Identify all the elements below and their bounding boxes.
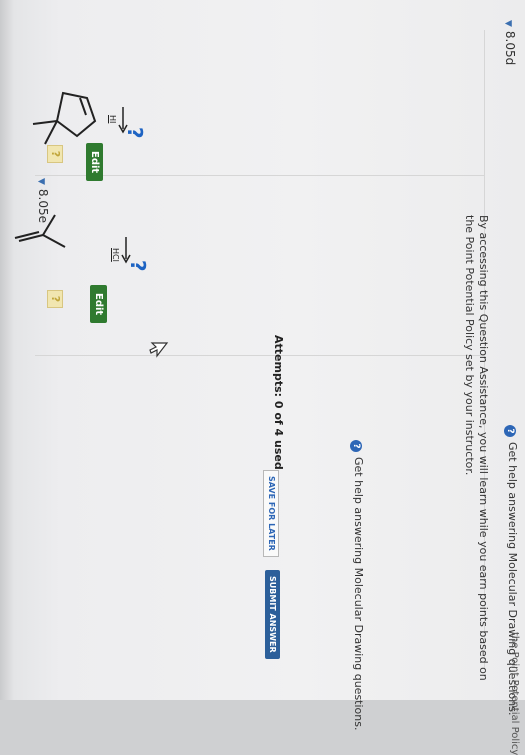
collapse-triangle-icon[interactable]: ▼ bbox=[503, 20, 513, 27]
product-placeholder: ? bbox=[123, 127, 147, 139]
edit-button-8-05e[interactable]: Edit bbox=[90, 285, 107, 324]
save-for-later-button[interactable]: SAVE FOR LATER bbox=[263, 470, 279, 557]
attempts-counter: Attempts: 0 of 4 used bbox=[272, 335, 285, 470]
point-potential-policy-link[interactable]: the Point Potential Policy bbox=[509, 632, 520, 755]
reactant-structure-8-05d bbox=[32, 91, 97, 145]
collapse-triangle-icon[interactable]: ▼ bbox=[36, 178, 46, 185]
question-assistance-text: By accessing this Question Assistance, y… bbox=[463, 215, 490, 681]
product-placeholder: ? bbox=[126, 260, 150, 272]
section-title-8-05d[interactable]: ▼8.05d bbox=[503, 20, 517, 65]
submit-answer-button[interactable]: SUBMIT ANSWER bbox=[265, 570, 280, 659]
mouse-cursor-icon bbox=[149, 342, 169, 358]
answer-status-icon: ? bbox=[47, 290, 63, 308]
reactant-structure-8-05e bbox=[14, 214, 66, 248]
edit-button-8-05d[interactable]: Edit bbox=[86, 143, 103, 182]
screen-photo: ▼8.05d ?Get help answering Molecular Dra… bbox=[0, 0, 525, 755]
molecular-drawing-help-link[interactable]: ?Get help answering Molecular Drawing qu… bbox=[350, 440, 365, 730]
help-icon: ? bbox=[504, 425, 516, 437]
rotated-page: ▼8.05d ?Get help answering Molecular Dra… bbox=[0, 0, 525, 755]
content-border bbox=[35, 355, 485, 356]
help-icon: ? bbox=[350, 440, 362, 452]
answer-status-icon: ? bbox=[47, 145, 63, 163]
